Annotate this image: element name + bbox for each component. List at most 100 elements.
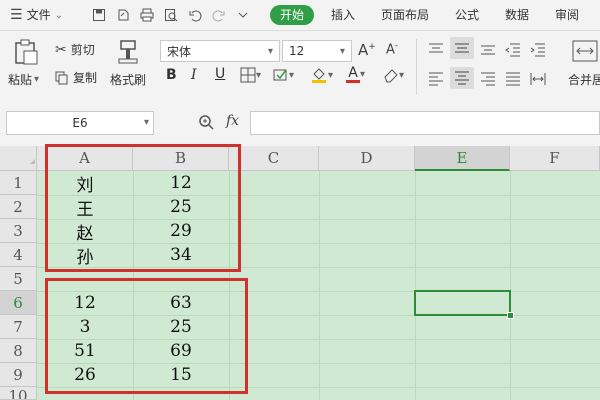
bold-icon[interactable]: B — [166, 67, 177, 83]
border-chevron-icon: ▾ — [256, 69, 262, 81]
tab-home[interactable]: 开始 — [270, 5, 315, 25]
row-header-2[interactable]: 2 — [0, 195, 37, 219]
row-header-9[interactable]: 9 — [0, 363, 37, 387]
column-header-d[interactable]: D — [319, 146, 415, 171]
increase-indent-icon[interactable] — [530, 42, 546, 61]
font-size-chevron-icon: ▾ — [339, 45, 345, 57]
row-header-6[interactable]: 6 — [0, 291, 37, 315]
cell-style-button[interactable]: ▾ — [273, 67, 294, 83]
column-header-f[interactable]: F — [510, 146, 600, 171]
formula-input[interactable] — [250, 111, 600, 135]
column-header-c[interactable]: C — [229, 146, 319, 171]
tab-review[interactable]: 审阅 — [555, 0, 579, 30]
font-size-value: 12 — [289, 44, 305, 58]
name-box-chevron-icon: ▾ — [143, 117, 149, 128]
eraser-icon — [384, 69, 398, 83]
increase-font-icon[interactable]: A+ — [358, 41, 376, 59]
underline-icon[interactable]: U — [215, 66, 225, 82]
select-all-corner[interactable] — [0, 146, 37, 171]
copy-label: 复制 — [73, 71, 98, 85]
border-icon — [240, 67, 256, 83]
zoom-search-icon[interactable] — [198, 114, 214, 134]
column-header-e[interactable]: E — [415, 146, 510, 171]
copy-button[interactable]: 复制 — [55, 69, 97, 86]
merge-center-button[interactable]: 合并居 — [568, 39, 600, 88]
merge-center-label: 合并居 — [568, 73, 600, 87]
clear-format-chevron-icon: ▾ — [399, 69, 405, 81]
row-header-7[interactable]: 7 — [0, 315, 37, 339]
undo-icon[interactable] — [188, 8, 202, 22]
file-menu[interactable]: ☰ 文件 ⌄ — [10, 0, 63, 30]
row-header-4[interactable]: 4 — [0, 243, 37, 267]
cell-style-chevron-icon: ▾ — [289, 69, 295, 81]
redo-icon[interactable] — [212, 8, 226, 22]
clipboard-icon — [15, 39, 38, 65]
fill-handle[interactable] — [507, 312, 514, 319]
font-name-value: 宋体 — [167, 44, 192, 59]
fill-color-button[interactable]: ▾ — [310, 66, 333, 84]
ribbon-divider — [416, 39, 417, 95]
print-icon[interactable] — [140, 8, 154, 22]
ribbon: 粘贴 ▾ ✂ 剪切 复制 格式刷 宋体 ▾ 12 ▾ A+ A- B I U ▾ — [0, 31, 600, 102]
grid-line — [510, 171, 511, 400]
font-size-select[interactable]: 12 ▾ — [282, 40, 352, 62]
quick-access-toolbar — [92, 8, 250, 22]
top-menu-bar: ☰ 文件 ⌄ 开始 插入 页面布局 公式 数据 审阅 — [0, 0, 600, 31]
export-icon[interactable] — [116, 8, 130, 22]
format-painter-button[interactable]: 格式刷 — [108, 39, 148, 88]
fill-color-chevron-icon: ▾ — [328, 69, 334, 81]
print-preview-icon[interactable] — [164, 8, 178, 22]
file-menu-label: 文件 — [26, 8, 51, 22]
font-color-icon: A — [346, 66, 360, 83]
paintbrush-icon — [118, 40, 138, 64]
align-top-icon[interactable] — [428, 42, 444, 61]
row-header-3[interactable]: 3 — [0, 219, 37, 243]
paint-bucket-icon — [312, 68, 326, 83]
grid-line — [415, 171, 416, 400]
grid-line — [319, 171, 320, 400]
tab-formulas[interactable]: 公式 — [455, 0, 479, 30]
align-right-icon[interactable] — [480, 71, 496, 90]
annotation-box-top — [45, 144, 241, 272]
tab-page-layout[interactable]: 页面布局 — [381, 0, 429, 30]
font-name-chevron-icon: ▾ — [267, 45, 273, 57]
copy-icon — [55, 71, 68, 84]
format-painter-label: 格式刷 — [109, 73, 146, 87]
cut-button[interactable]: ✂ 剪切 — [55, 41, 95, 58]
name-box-value: E6 — [72, 116, 88, 130]
annotation-box-bottom — [45, 278, 248, 394]
justify-icon[interactable] — [505, 71, 521, 90]
scissors-icon: ✂ — [55, 41, 67, 58]
decrease-font-icon[interactable]: A- — [386, 41, 398, 57]
paste-button[interactable]: 粘贴 ▾ — [8, 39, 48, 88]
row-header-5[interactable]: 5 — [0, 267, 37, 291]
font-color-button[interactable]: A ▾ — [346, 66, 365, 83]
cell-style-icon — [273, 69, 287, 81]
row-header-10[interactable]: 10 — [0, 387, 37, 400]
decrease-indent-icon[interactable] — [505, 42, 521, 61]
font-name-select[interactable]: 宋体 ▾ — [160, 40, 280, 62]
align-center-icon[interactable] — [450, 67, 474, 89]
align-left-icon[interactable] — [428, 71, 444, 90]
font-color-chevron-icon: ▾ — [360, 69, 366, 80]
paste-label: 粘贴 — [8, 73, 33, 87]
selected-cell-e6[interactable] — [414, 290, 511, 316]
save-icon[interactable] — [92, 8, 106, 22]
row-header-1[interactable]: 1 — [0, 171, 37, 195]
align-middle-icon[interactable] — [450, 37, 474, 59]
clear-format-button[interactable]: ▾ — [383, 67, 404, 83]
align-bottom-icon[interactable] — [480, 42, 496, 61]
fx-label[interactable]: fx — [226, 113, 239, 129]
border-button[interactable]: ▾ — [240, 67, 261, 83]
paste-dropdown-icon: ▾ — [34, 74, 40, 85]
italic-icon[interactable]: I — [191, 67, 197, 83]
name-box[interactable]: E6 ▾ — [6, 111, 154, 135]
tab-data[interactable]: 数据 — [505, 0, 529, 30]
customize-chevron-icon[interactable] — [236, 8, 250, 22]
distributed-align-icon[interactable] — [530, 71, 546, 90]
row-header-8[interactable]: 8 — [0, 339, 37, 363]
merge-cells-icon — [572, 40, 598, 62]
cut-label: 剪切 — [70, 43, 95, 57]
tab-insert[interactable]: 插入 — [331, 0, 355, 30]
hamburger-icon: ☰ — [10, 7, 23, 23]
